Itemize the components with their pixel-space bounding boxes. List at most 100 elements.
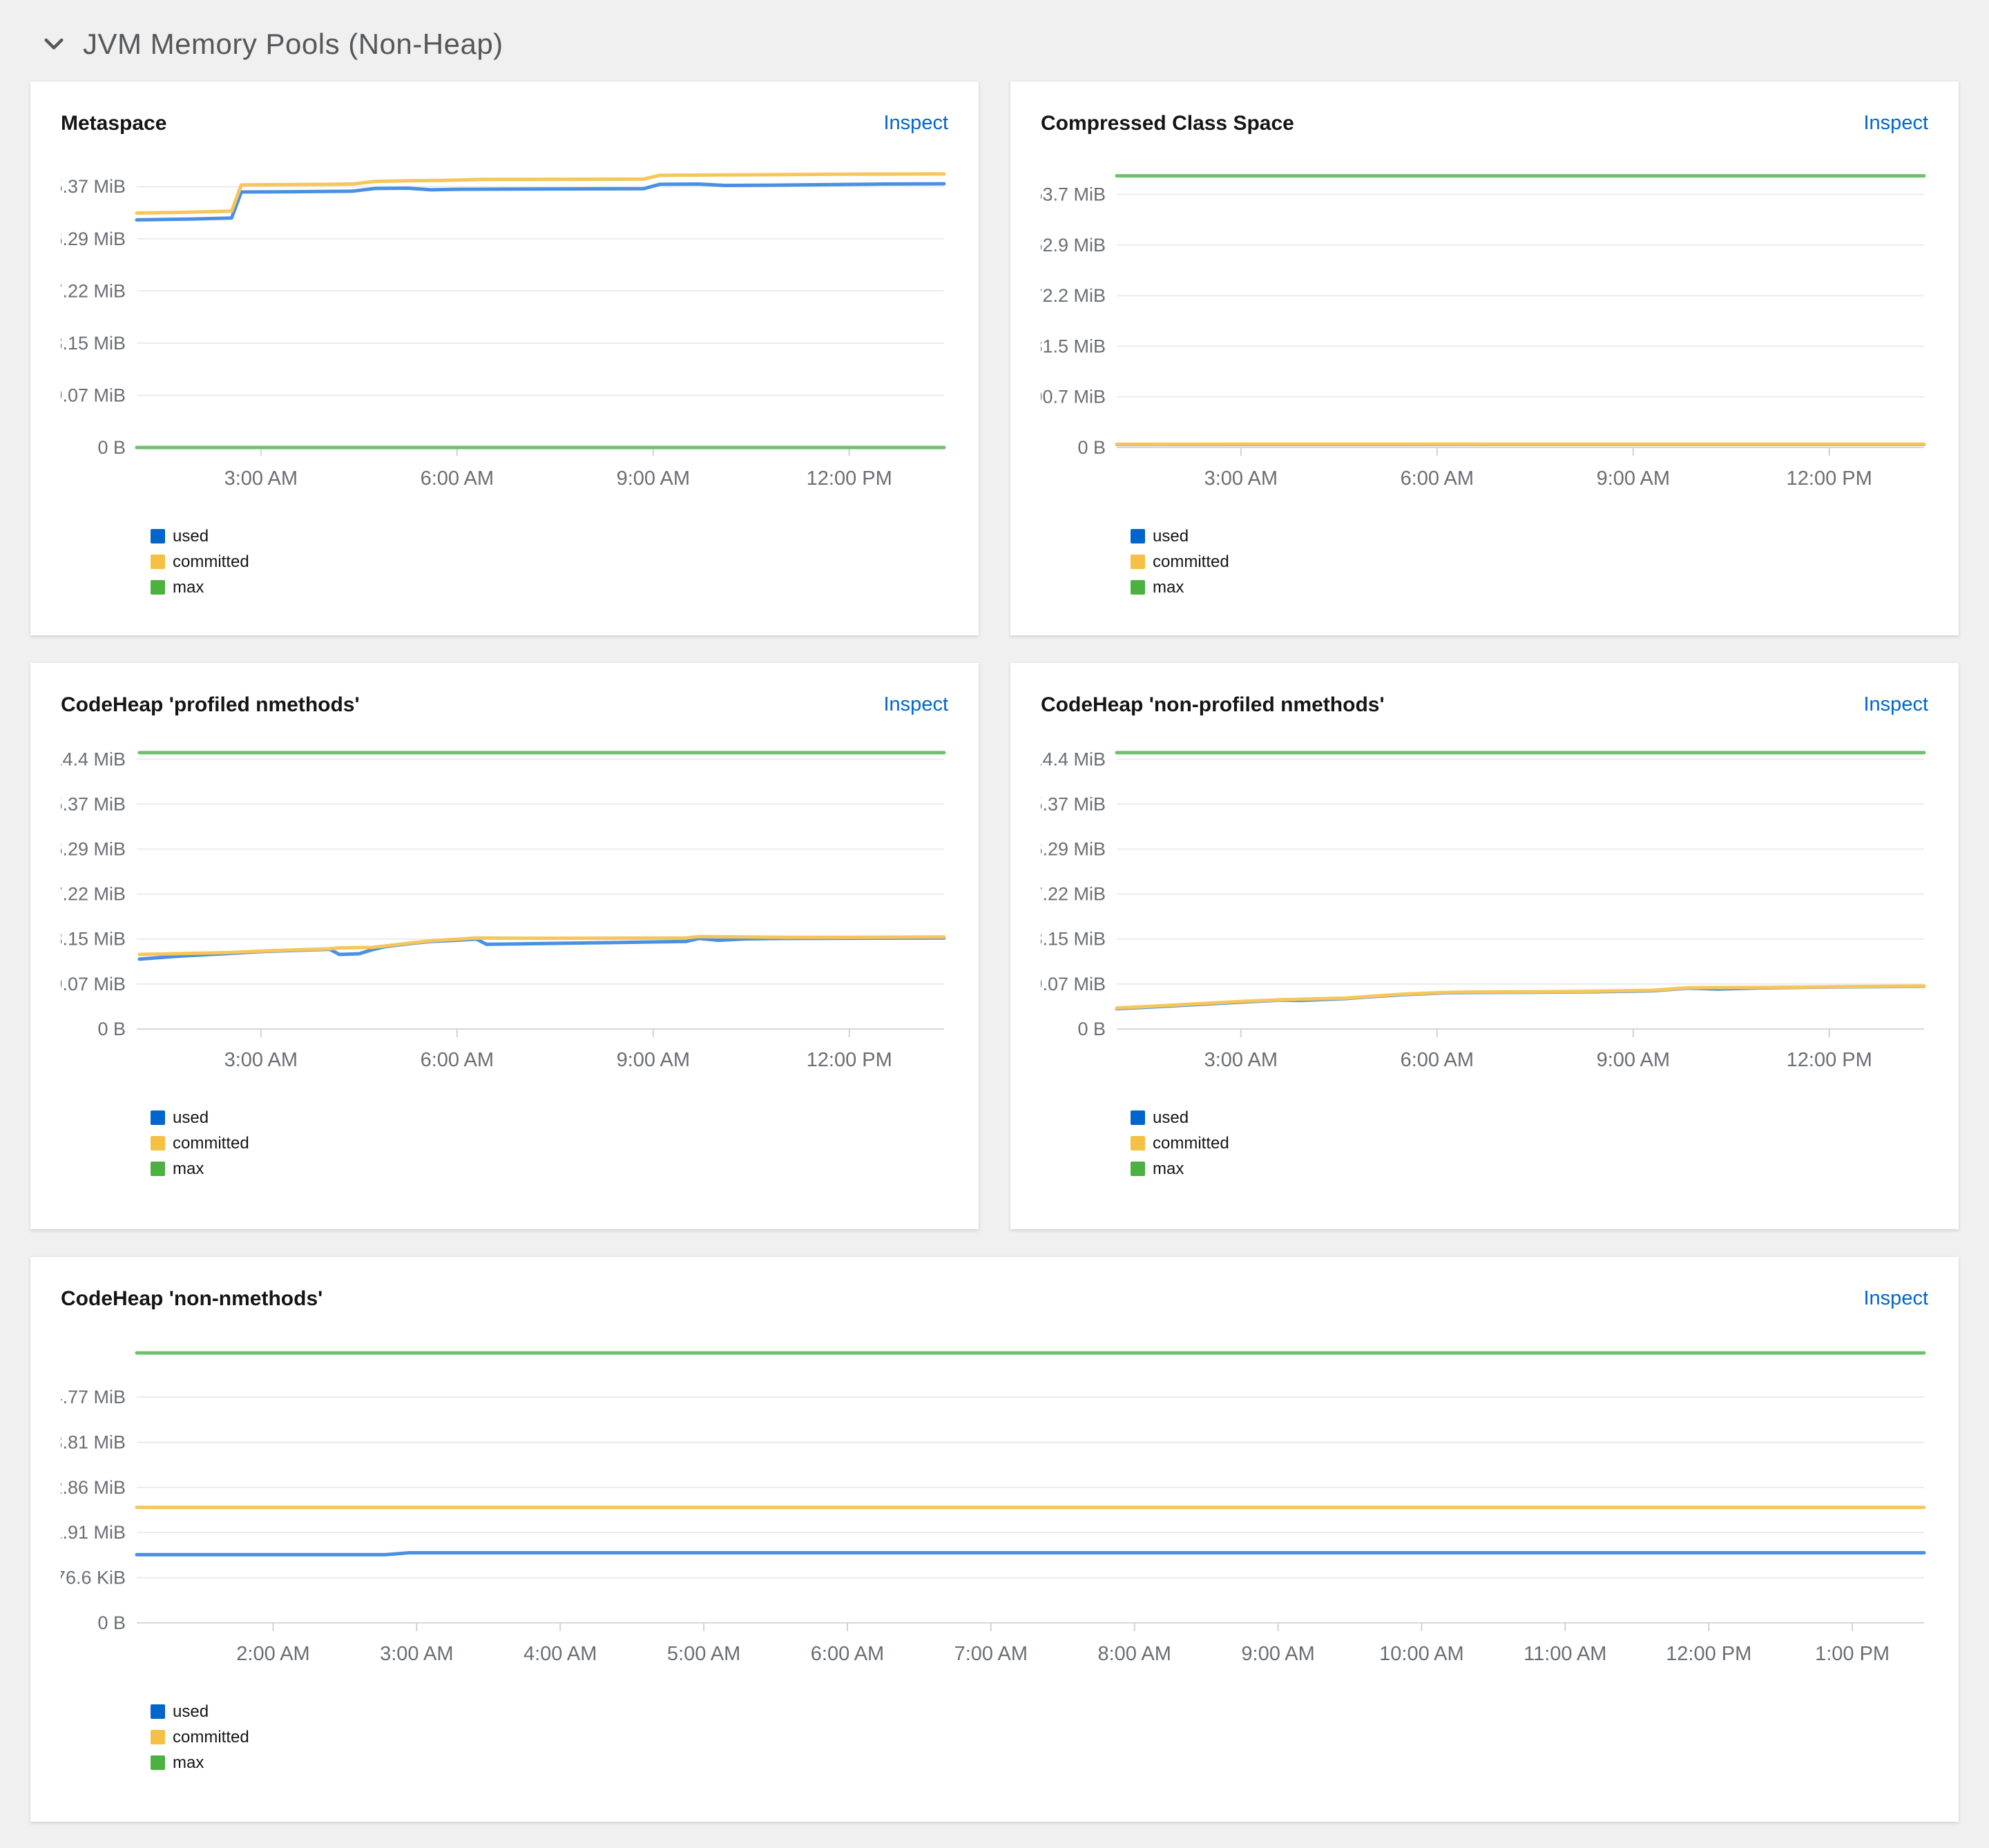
svg-text:3:00 AM: 3:00 AM <box>1204 468 1278 490</box>
svg-text:3:00 AM: 3:00 AM <box>1204 1049 1278 1071</box>
legend-swatch-max <box>1131 1162 1145 1176</box>
legend-item-committed: committed <box>151 549 948 575</box>
svg-text:5:00 AM: 5:00 AM <box>667 1643 740 1665</box>
chart-card-codeheap-profiled-nmethods: CodeHeap 'profiled nmethods' Inspect 114… <box>30 663 979 1229</box>
legend-swatch-used <box>151 529 165 543</box>
inspect-link-codeheap-non-nmethods[interactable]: Inspect <box>1864 1287 1929 1310</box>
svg-text:9:00 AM: 9:00 AM <box>1241 1643 1314 1665</box>
legend-item-max: max <box>1131 1156 1928 1182</box>
legend-swatch-committed <box>1131 1136 1145 1151</box>
legend-swatch-max <box>151 1162 165 1176</box>
chart-svg: 95.37 MiB 76.29 MiB 57.22 MiB 38.15 MiB 19.0… <box>41 172 946 490</box>
svg-text:57.22 MiB: 57.22 MiB <box>61 884 126 905</box>
legend-label-committed: committed <box>1153 552 1229 571</box>
svg-text:0 B: 0 B <box>97 437 126 458</box>
chevron-down-icon <box>44 38 64 50</box>
svg-text:114.4 MiB: 114.4 MiB <box>61 749 126 769</box>
svg-text:114.4 MiB: 114.4 MiB <box>1041 749 1106 769</box>
legend-label-committed: committed <box>173 1133 249 1153</box>
svg-text:2:00 AM: 2:00 AM <box>236 1643 309 1665</box>
svg-text:381.5 MiB: 381.5 MiB <box>1041 336 1106 356</box>
legend-item-committed: committed <box>1131 1130 1928 1156</box>
legend-label-max: max <box>1153 1159 1184 1178</box>
legend-swatch-max <box>151 580 165 595</box>
svg-text:1:00 PM: 1:00 PM <box>1815 1643 1890 1665</box>
svg-text:76.29 MiB: 76.29 MiB <box>61 229 126 249</box>
svg-text:6:00 AM: 6:00 AM <box>811 1643 884 1665</box>
legend-label-max: max <box>173 1159 204 1178</box>
chart-legend: used committed max <box>151 1699 1928 1775</box>
chart-plot-codeheap-non-profiled-nmethods: 114.4 MiB 95.37 MiB 76.29 MiB 57.22 MiB 38.1… <box>1021 736 1928 1081</box>
legend-item-max: max <box>151 1750 1928 1775</box>
svg-text:38.15 MiB: 38.15 MiB <box>61 929 126 950</box>
legend-item-max: max <box>151 1156 948 1182</box>
svg-text:3:00 AM: 3:00 AM <box>224 468 298 490</box>
svg-text:6:00 AM: 6:00 AM <box>1401 1049 1474 1071</box>
inspect-link-metaspace[interactable]: Inspect <box>884 112 949 135</box>
legend-label-used: used <box>173 1702 209 1721</box>
legend-swatch-max <box>151 1755 165 1770</box>
svg-text:8:00 AM: 8:00 AM <box>1097 1643 1171 1665</box>
legend-swatch-max <box>1131 580 1145 595</box>
svg-text:6:00 AM: 6:00 AM <box>421 468 494 490</box>
chart-card-metaspace: Metaspace Inspect 95.37 MiB 76.29 MiB 57.2… <box>30 81 979 635</box>
legend-swatch-committed <box>1131 555 1145 569</box>
chart-card-codeheap-non-nmethods: CodeHeap 'non-nmethods' Inspect 4.77 MiB… <box>30 1257 1959 1822</box>
chart-svg: 114.4 MiB 95.37 MiB 76.29 MiB 57.22 MiB 38.1… <box>41 749 946 1071</box>
svg-text:12:00 PM: 12:00 PM <box>1666 1643 1751 1665</box>
svg-text:0 B: 0 B <box>1077 437 1106 458</box>
svg-text:95.37 MiB: 95.37 MiB <box>1041 793 1106 814</box>
chart-plot-codeheap-profiled-nmethods: 114.4 MiB 95.37 MiB 76.29 MiB 57.22 MiB 38.1… <box>41 736 948 1081</box>
svg-text:12:00 PM: 12:00 PM <box>1787 1049 1872 1071</box>
svg-text:9:00 AM: 9:00 AM <box>617 468 690 490</box>
svg-text:953.7 MiB: 953.7 MiB <box>1041 184 1106 205</box>
chart-svg: 4.77 MiB 3.81 MiB 2.86 MiB 1.91 MiB 976.6 Ki… <box>45 1351 1926 1665</box>
svg-text:19.07 MiB: 19.07 MiB <box>61 974 126 994</box>
legend-swatch-committed <box>151 555 165 569</box>
legend-label-used: used <box>1153 526 1189 546</box>
chart-legend: used committed max <box>151 523 948 600</box>
svg-text:12:00 PM: 12:00 PM <box>1787 468 1872 490</box>
dashboard-page: JVM Memory Pools (Non-Heap) Metaspace In… <box>0 0 1989 1822</box>
svg-text:76.29 MiB: 76.29 MiB <box>61 839 126 860</box>
inspect-link-compressed-class-space[interactable]: Inspect <box>1864 112 1929 135</box>
legend-swatch-used <box>1131 529 1145 543</box>
svg-text:9:00 AM: 9:00 AM <box>1597 1049 1670 1071</box>
legend-label-committed: committed <box>1153 1133 1229 1153</box>
inspect-link-codeheap-non-profiled-nmethods[interactable]: Inspect <box>1864 693 1929 716</box>
svg-text:19.07 MiB: 19.07 MiB <box>1041 974 1106 994</box>
chart-card-codeheap-non-profiled-nmethods: CodeHeap 'non-profiled nmethods' Inspect… <box>1010 663 1959 1229</box>
svg-text:1.91 MiB: 1.91 MiB <box>61 1522 126 1543</box>
svg-text:9:00 AM: 9:00 AM <box>1597 468 1670 490</box>
svg-text:38.15 MiB: 38.15 MiB <box>1041 929 1106 950</box>
chart-svg: 953.7 MiB 762.9 MiB 572.2 MiB 381.5 MiB 190.… <box>1021 174 1926 490</box>
chart-legend: used committed max <box>151 1105 948 1182</box>
legend-item-committed: committed <box>151 1130 948 1156</box>
svg-text:2.86 MiB: 2.86 MiB <box>61 1477 126 1498</box>
svg-text:3:00 AM: 3:00 AM <box>380 1643 453 1665</box>
svg-text:572.2 MiB: 572.2 MiB <box>1041 285 1106 306</box>
legend-label-used: used <box>173 1108 209 1127</box>
section-header-jvm-memory-pools[interactable]: JVM Memory Pools (Non-Heap) <box>30 18 1959 81</box>
svg-text:0 B: 0 B <box>1077 1019 1106 1039</box>
legend-item-max: max <box>1131 575 1928 600</box>
legend-item-max: max <box>151 575 948 600</box>
svg-text:3:00 AM: 3:00 AM <box>224 1049 298 1071</box>
svg-text:11:00 AM: 11:00 AM <box>1524 1643 1606 1665</box>
legend-item-used: used <box>1131 1105 1928 1130</box>
svg-text:190.7 MiB: 190.7 MiB <box>1041 387 1106 407</box>
legend-swatch-used <box>151 1704 165 1719</box>
legend-swatch-committed <box>151 1136 165 1151</box>
svg-text:4:00 AM: 4:00 AM <box>523 1643 597 1665</box>
chart-plot-metaspace: 95.37 MiB 76.29 MiB 57.22 MiB 38.15 MiB 19.0… <box>41 155 948 500</box>
chart-legend: used committed max <box>1131 523 1928 600</box>
legend-item-committed: committed <box>151 1724 1928 1750</box>
svg-text:0 B: 0 B <box>97 1613 126 1633</box>
inspect-link-codeheap-profiled-nmethods[interactable]: Inspect <box>884 693 949 716</box>
svg-text:4.77 MiB: 4.77 MiB <box>61 1387 126 1407</box>
legend-swatch-used <box>151 1110 165 1125</box>
legend-item-committed: committed <box>1131 549 1928 575</box>
legend-label-used: used <box>1153 1108 1189 1127</box>
legend-item-used: used <box>151 1105 948 1130</box>
svg-text:38.15 MiB: 38.15 MiB <box>61 333 126 354</box>
